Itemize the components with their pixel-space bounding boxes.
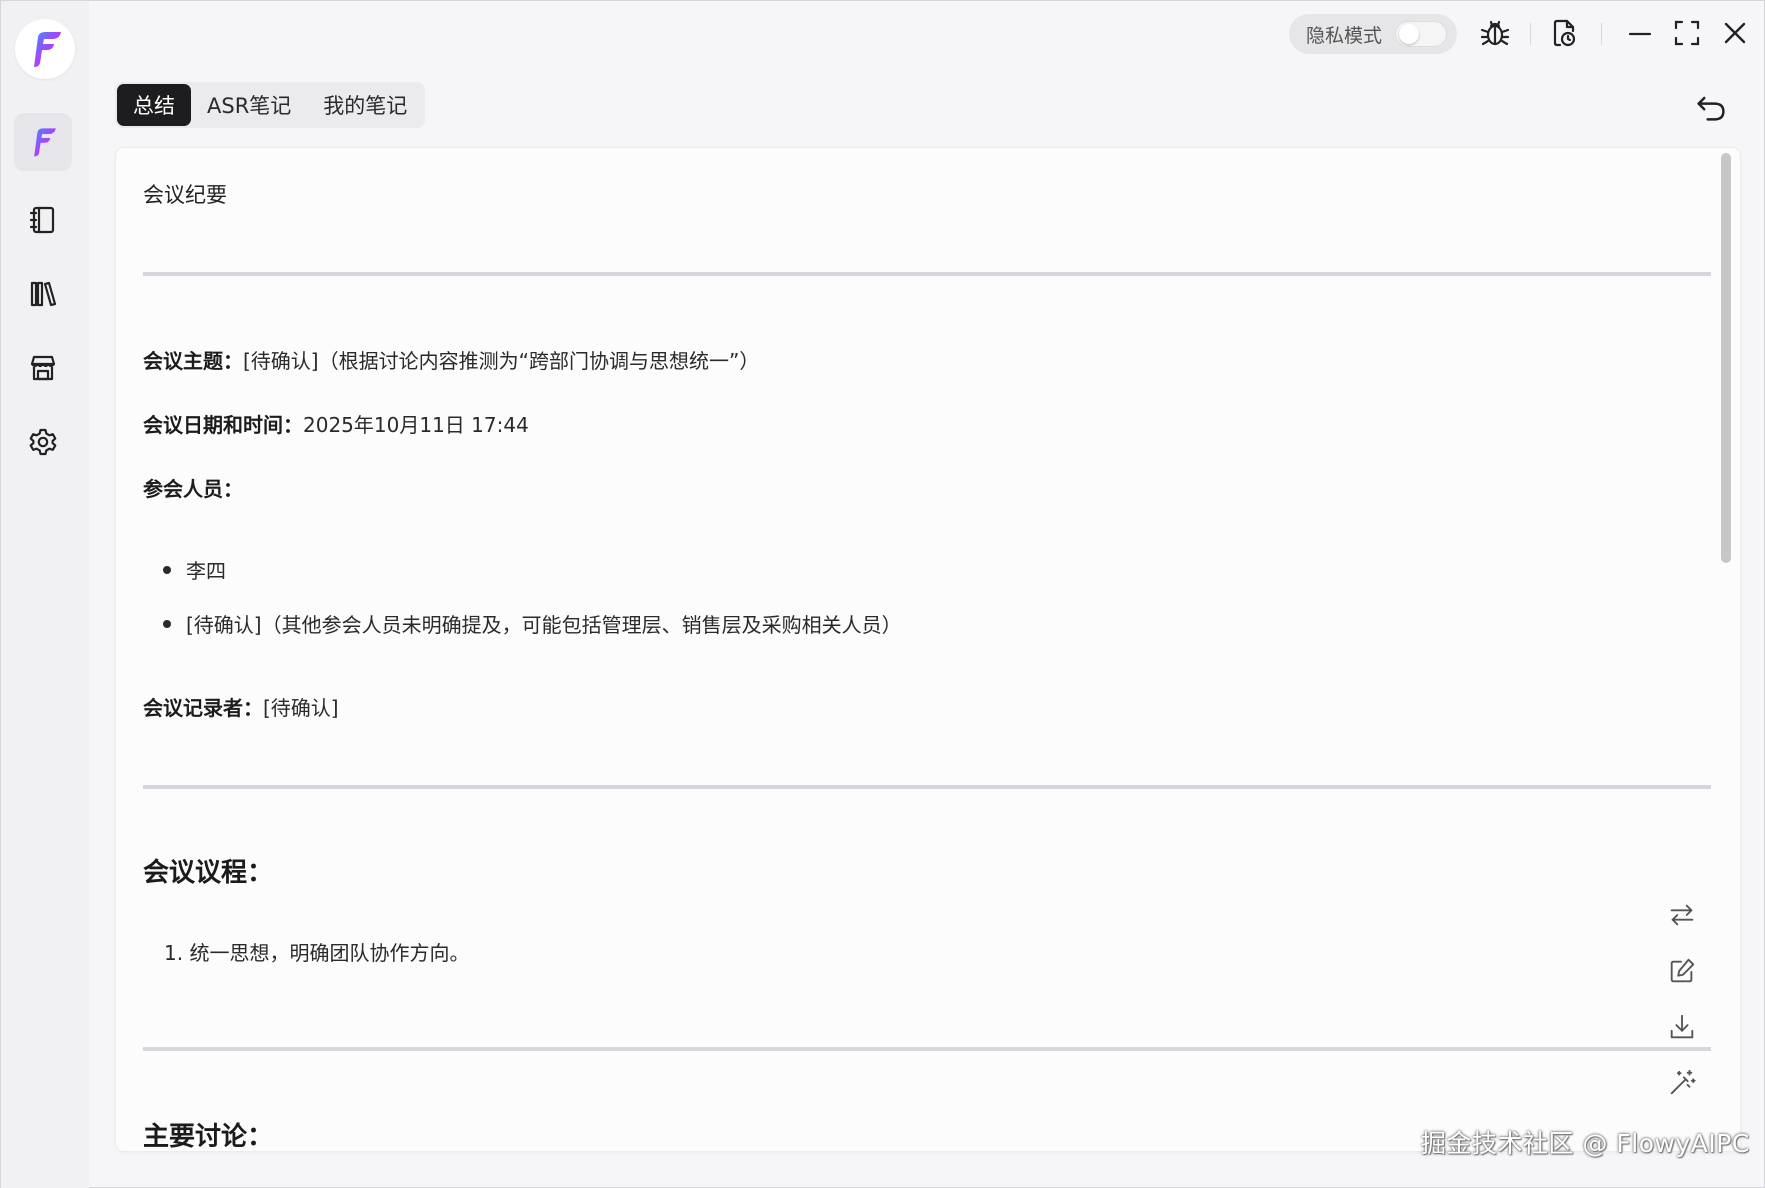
undo-button[interactable] — [1693, 89, 1729, 125]
file-clock-icon — [1553, 19, 1576, 47]
close-button[interactable] — [1717, 15, 1753, 51]
app-logo — [15, 19, 75, 79]
bug-icon — [1480, 20, 1510, 46]
meeting-recorder: 会议记录者：[待确认] — [143, 692, 339, 721]
sidebar-item-home[interactable] — [14, 113, 72, 171]
tab-asr-notes[interactable]: ASR笔记 — [191, 84, 307, 126]
agenda-item: 1. 统一思想，明确团队协作方向。 — [164, 941, 470, 965]
attendees-heading: 参会人员： — [143, 473, 243, 502]
attendees-label: 参会人员： — [143, 477, 243, 501]
sidebar-item-notebook[interactable] — [14, 191, 72, 249]
switch-knob — [1399, 24, 1419, 44]
edit-icon — [1670, 958, 1695, 983]
attendee-name: 李四 — [186, 559, 226, 583]
document-title: 会议纪要 — [143, 183, 227, 207]
toolbar-separator — [1530, 23, 1531, 45]
discussion-heading: 主要讨论： — [143, 1122, 274, 1152]
list-item: [待确认]（其他参会人员未明确提及，可能包括管理层、销售层及采购相关人员） — [163, 609, 902, 638]
library-icon — [30, 281, 57, 307]
gear-icon — [29, 428, 57, 456]
minimize-icon — [1628, 32, 1652, 36]
recorder-label: 会议记录者： — [143, 696, 263, 720]
meeting-date-value: 2025年10月11日 17:44 — [303, 413, 529, 437]
watermark: 掘金技术社区 @ FlowyAIPC — [1421, 1129, 1750, 1158]
list-item: 李四 — [163, 555, 226, 584]
meeting-date-label: 会议日期和时间： — [143, 413, 303, 437]
meeting-topic: 会议主题：[待确认]（根据讨论内容推测为“跨部门协调与思想统一”） — [143, 345, 759, 374]
tab-my-notes[interactable]: 我的笔记 — [307, 84, 423, 126]
divider — [143, 1047, 1711, 1051]
brand-logo-icon — [34, 32, 61, 67]
swap-button[interactable] — [1665, 898, 1699, 932]
divider — [143, 272, 1711, 276]
download-button[interactable] — [1665, 1010, 1699, 1044]
fullscreen-icon — [1674, 20, 1700, 46]
meeting-topic-value: [待确认]（根据讨论内容推测为“跨部门协调与思想统一”） — [243, 349, 760, 373]
meeting-topic-label: 会议主题： — [143, 349, 243, 373]
content-scrollbar[interactable] — [1720, 151, 1732, 1151]
fullscreen-button[interactable] — [1669, 15, 1705, 51]
meeting-date: 会议日期和时间：2025年10月11日 17:44 — [143, 409, 529, 438]
download-icon — [1670, 1014, 1694, 1039]
magic-wand-icon — [1670, 1069, 1696, 1095]
privacy-switch[interactable] — [1395, 21, 1447, 47]
sidebar-item-store[interactable] — [14, 339, 72, 397]
brand-icon — [34, 128, 56, 157]
toolbar-separator — [1601, 23, 1602, 45]
scrollbar-thumb[interactable] — [1721, 153, 1731, 563]
privacy-mode-toggle[interactable]: 隐私模式 — [1289, 14, 1457, 54]
summary-panel — [116, 148, 1740, 1151]
sidebar-item-settings[interactable] — [14, 413, 72, 471]
history-button[interactable] — [1547, 15, 1583, 51]
edit-button[interactable] — [1665, 954, 1699, 988]
debug-button[interactable] — [1477, 15, 1513, 51]
undo-icon — [1697, 96, 1725, 121]
sidebar-item-library[interactable] — [14, 265, 72, 323]
sidebar — [1, 1, 89, 1188]
privacy-mode-label: 隐私模式 — [1306, 24, 1383, 47]
ai-polish-button[interactable] — [1665, 1066, 1699, 1100]
app-window: 隐私模式 总结 ASR笔记 我的笔记 会议纪要 会议主题：[待确认]（根据讨论内… — [0, 0, 1765, 1188]
swap-icon — [1670, 904, 1694, 926]
notebook-icon — [29, 206, 55, 234]
agenda-heading: 会议议程： — [143, 858, 274, 888]
store-icon — [30, 355, 56, 381]
minimize-button[interactable] — [1622, 15, 1658, 51]
view-tabs: 总结 ASR笔记 我的笔记 — [115, 82, 426, 128]
divider — [143, 785, 1711, 789]
close-icon — [1724, 22, 1746, 44]
tab-summary[interactable]: 总结 — [117, 84, 191, 126]
attendee-name: [待确认]（其他参会人员未明确提及，可能包括管理层、销售层及采购相关人员） — [186, 613, 902, 637]
recorder-value: [待确认] — [263, 696, 339, 720]
